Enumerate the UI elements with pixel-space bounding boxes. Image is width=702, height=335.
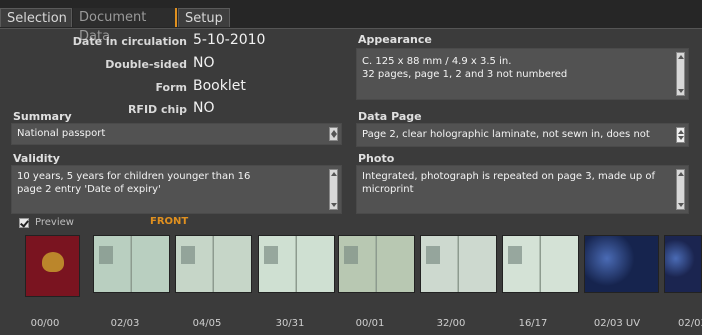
crest-icon <box>42 252 64 272</box>
page-photo-icon <box>181 246 195 264</box>
page-photo-icon <box>264 246 278 264</box>
scroll-down-icon[interactable] <box>678 89 684 93</box>
scroll-down-icon[interactable] <box>678 136 684 140</box>
tab-bar: Selection Document Data Setup <box>0 0 702 44</box>
thumbnail-label: 00/00 <box>30 318 60 329</box>
page-thumbnail[interactable] <box>420 235 497 293</box>
scroll-up-icon[interactable] <box>678 172 684 176</box>
validity-label: Validity <box>13 152 60 165</box>
thumbnail-label: 32/00 <box>436 318 466 329</box>
uv-page-thumbnail[interactable] <box>664 235 702 293</box>
page-photo-icon <box>426 246 440 264</box>
thumbnail-label: 16/17 <box>518 318 548 329</box>
appearance-label: Appearance <box>358 33 432 46</box>
page-thumbnail[interactable] <box>338 235 415 293</box>
tab-document-data[interactable]: Document Data <box>73 8 177 44</box>
photo-label: Photo <box>358 152 395 165</box>
double-sided-label: Double-sided <box>105 58 187 71</box>
summary-text: National passport <box>17 128 106 139</box>
appearance-text: C. 125 x 88 mm / 4.9 x 3.5 in. 32 pages,… <box>362 56 568 80</box>
page-thumbnail[interactable] <box>502 235 579 293</box>
date-in-circulation-label: Date in circulation <box>72 35 187 48</box>
data-page-scrollbar[interactable] <box>676 127 685 143</box>
double-sided-value: NO <box>193 55 215 71</box>
data-page-box[interactable]: Page 2, clear holographic laminate, not … <box>356 123 689 147</box>
uv-page-thumbnail[interactable] <box>584 235 659 293</box>
page-thumbnail[interactable] <box>258 235 335 293</box>
passport-cover-thumbnail[interactable] <box>25 235 80 297</box>
scroll-down-icon[interactable] <box>331 203 337 207</box>
photo-box[interactable]: Integrated, photograph is repeated on pa… <box>356 165 689 214</box>
scroll-down-icon[interactable] <box>678 203 684 207</box>
date-in-circulation-value: 5-10-2010 <box>193 32 266 48</box>
validity-text: 10 years, 5 years for children younger t… <box>17 171 251 195</box>
scroll-up-icon[interactable] <box>678 55 684 59</box>
appearance-box[interactable]: C. 125 x 88 mm / 4.9 x 3.5 in. 32 pages,… <box>356 48 689 100</box>
thumbnail-label: 00/01 <box>355 318 385 329</box>
thumbnail-label: 30/31 <box>275 318 305 329</box>
thumbnail-label: 02/03 <box>110 318 140 329</box>
preview-label: Preview <box>35 217 74 228</box>
appearance-scrollbar[interactable] <box>676 52 685 96</box>
summary-box[interactable]: National passport <box>11 123 342 145</box>
summary-scrollbar[interactable] <box>329 127 338 141</box>
page-photo-icon <box>508 246 522 264</box>
photo-scrollbar[interactable] <box>676 169 685 210</box>
rfid-chip-value: NO <box>193 100 215 116</box>
tab-selection[interactable]: Selection <box>0 8 72 27</box>
page-thumbnail[interactable] <box>93 235 170 293</box>
preview-checkbox[interactable] <box>19 218 29 228</box>
scroll-up-icon[interactable] <box>678 130 684 134</box>
thumbnail-label: 02/03 UV <box>593 318 641 329</box>
tab-setup[interactable]: Setup <box>178 8 230 27</box>
front-side-label: FRONT <box>150 216 189 227</box>
thumbnail-label: 02/03 <box>678 318 702 329</box>
data-page-label: Data Page <box>358 110 422 123</box>
page-photo-icon <box>344 246 358 264</box>
page-thumbnail[interactable] <box>175 235 252 293</box>
scroll-down-icon[interactable] <box>331 134 337 138</box>
thumbnail-label: 04/05 <box>192 318 222 329</box>
form-label: Form <box>155 81 187 94</box>
data-page-text: Page 2, clear holographic laminate, not … <box>362 129 650 140</box>
validity-scrollbar[interactable] <box>329 169 338 210</box>
validity-box[interactable]: 10 years, 5 years for children younger t… <box>11 165 342 214</box>
page-photo-icon <box>99 246 113 264</box>
form-value: Booklet <box>193 78 246 94</box>
scroll-up-icon[interactable] <box>331 172 337 176</box>
photo-text: Integrated, photograph is repeated on pa… <box>362 171 656 195</box>
summary-label: Summary <box>13 110 72 123</box>
